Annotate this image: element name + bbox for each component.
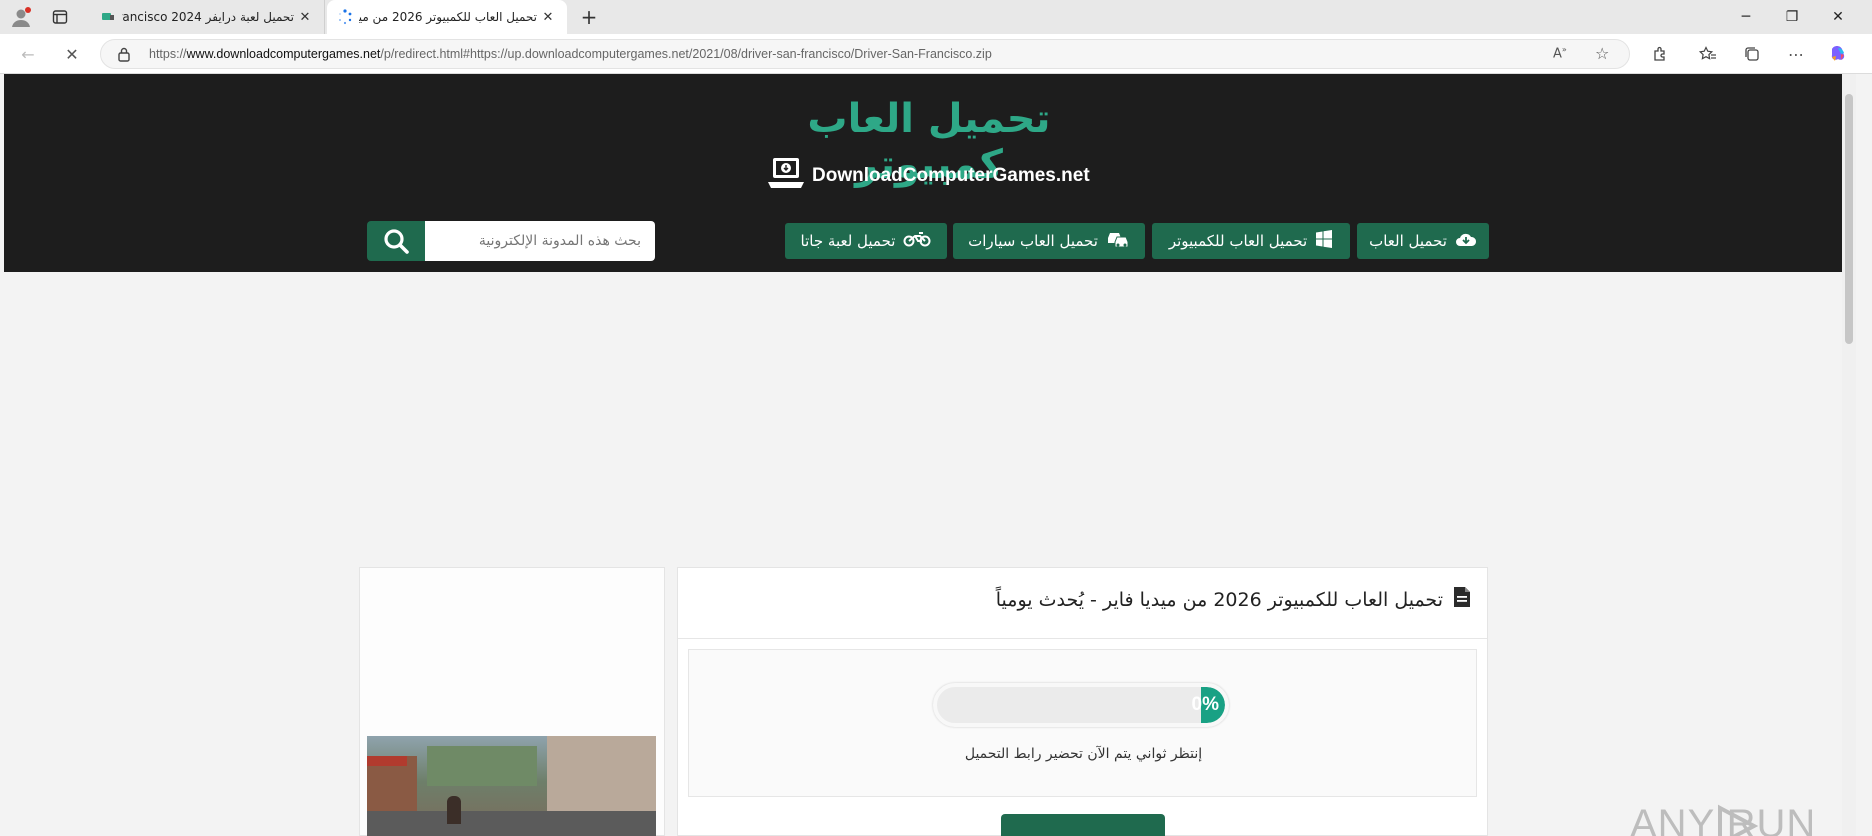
tab-strip: ✕ تحميل لعبة درايفر 2024 Driver San Fran… bbox=[0, 0, 1872, 34]
close-tab-icon[interactable]: ✕ bbox=[539, 8, 557, 26]
copilot-icon[interactable] bbox=[1824, 40, 1852, 68]
laptop-download-icon bbox=[766, 156, 806, 196]
close-tab-icon[interactable]: ✕ bbox=[296, 8, 314, 26]
read-aloud-icon[interactable]: A» bbox=[1553, 45, 1567, 61]
post-card: تحميل العاب للكمبيوتر 2026 من ميديا فاير… bbox=[677, 567, 1488, 836]
search-input[interactable] bbox=[425, 221, 655, 261]
document-icon bbox=[1453, 586, 1471, 613]
menu-gta-game[interactable]: تحميل لعبة جاتا bbox=[785, 223, 947, 259]
stop-loading-icon[interactable]: ✕ bbox=[58, 40, 86, 68]
site-logo-english[interactable]: DownloadComputerGames.net bbox=[766, 156, 1106, 196]
play-logo-icon bbox=[1718, 804, 1759, 836]
more-options-icon[interactable]: ⋯ bbox=[1782, 40, 1810, 68]
search-icon bbox=[384, 229, 409, 254]
site-header: تحميل العاب كمبيوتر DownloadComputerGame… bbox=[4, 74, 1842, 272]
post-title: تحميل العاب للكمبيوتر 2026 من ميديا فاير… bbox=[996, 586, 1471, 613]
cloud-download-icon bbox=[1455, 231, 1477, 251]
address-bar[interactable]: https://www.downloadcomputergames.net/p/… bbox=[100, 39, 1630, 69]
url-text[interactable]: https://www.downloadcomputergames.net/p/… bbox=[149, 47, 992, 61]
back-arrow-icon[interactable]: ← bbox=[14, 40, 42, 68]
download-link-button[interactable] bbox=[1001, 814, 1165, 836]
lock-icon[interactable] bbox=[117, 46, 131, 66]
title-divider bbox=[678, 638, 1487, 639]
logo-domain-text: DownloadComputerGames.net bbox=[812, 165, 1090, 186]
scrollbar-thumb[interactable] bbox=[1845, 94, 1853, 344]
navigation-bar: ← ✕ https://www.downloadcomputergames.ne… bbox=[0, 34, 1872, 74]
page-viewport: تحميل العاب كمبيوتر DownloadComputerGame… bbox=[0, 74, 1872, 836]
tab-driver-san-francisco[interactable]: ✕ تحميل لعبة درايفر 2024 Driver San Fran… bbox=[90, 0, 325, 34]
search-button[interactable] bbox=[367, 221, 425, 261]
restore-icon[interactable]: ❐ bbox=[1770, 0, 1814, 34]
tab-actions-icon[interactable] bbox=[47, 4, 73, 30]
countdown-progress-bar: 0% bbox=[933, 683, 1229, 727]
post-title-text: تحميل العاب للكمبيوتر 2026 من ميديا فاير… bbox=[995, 588, 1443, 611]
close-window-icon[interactable]: ✕ bbox=[1816, 0, 1860, 34]
new-tab-button[interactable]: + bbox=[576, 4, 602, 30]
game-thumbnail-image[interactable] bbox=[367, 736, 656, 836]
tab-title: تحميل العاب للكمبيوتر 2026 من ميديا فاير bbox=[359, 10, 537, 24]
loading-spinner-icon bbox=[337, 9, 353, 25]
menu-download-games[interactable]: تحميل العاب bbox=[1357, 223, 1489, 259]
anyrun-watermark: ANY RUN bbox=[1630, 802, 1816, 836]
sidebar-card bbox=[359, 567, 665, 836]
site-favicon-icon bbox=[100, 9, 116, 25]
menu-pc-games[interactable]: تحميل العاب للكمبيوتر bbox=[1152, 223, 1350, 259]
favorites-icon[interactable] bbox=[1694, 40, 1722, 68]
collections-icon[interactable] bbox=[1738, 40, 1766, 68]
profile-icon[interactable] bbox=[8, 4, 34, 30]
menu-car-games[interactable]: تحميل العاب سيارات bbox=[953, 223, 1145, 259]
menu-label: تحميل العاب للكمبيوتر bbox=[1168, 232, 1308, 250]
tab-active-redirect[interactable]: ✕ تحميل العاب للكمبيوتر 2026 من ميديا فا… bbox=[327, 0, 567, 34]
menu-label: تحميل العاب bbox=[1369, 232, 1447, 250]
favorite-star-icon[interactable]: ☆ bbox=[1595, 44, 1609, 63]
page-scrollbar[interactable] bbox=[1842, 74, 1856, 836]
cars-icon bbox=[1106, 230, 1130, 252]
wait-message: إنتظر ثواني يتم الآن تحضير رابط التحميل bbox=[964, 746, 1203, 762]
download-countdown-box: 0% إنتظر ثواني يتم الآن تحضير رابط التحم… bbox=[688, 649, 1477, 797]
url-path: /p/redirect.html#https://up.downloadcomp… bbox=[380, 47, 992, 61]
search-form bbox=[367, 221, 655, 261]
tab-title: تحميل لعبة درايفر 2024 Driver San Franci… bbox=[122, 10, 294, 24]
windows-icon bbox=[1315, 230, 1333, 252]
extensions-icon[interactable] bbox=[1646, 40, 1674, 68]
progress-percent-label: 0% bbox=[1191, 694, 1219, 715]
menu-label: تحميل العاب سيارات bbox=[968, 232, 1098, 250]
url-scheme: https:// bbox=[149, 47, 187, 61]
motorcycle-icon bbox=[903, 231, 931, 251]
url-domain: www.downloadcomputergames.net bbox=[186, 47, 381, 61]
menu-label: تحميل لعبة جاتا bbox=[800, 232, 896, 250]
minimize-icon[interactable]: ─ bbox=[1724, 0, 1768, 34]
